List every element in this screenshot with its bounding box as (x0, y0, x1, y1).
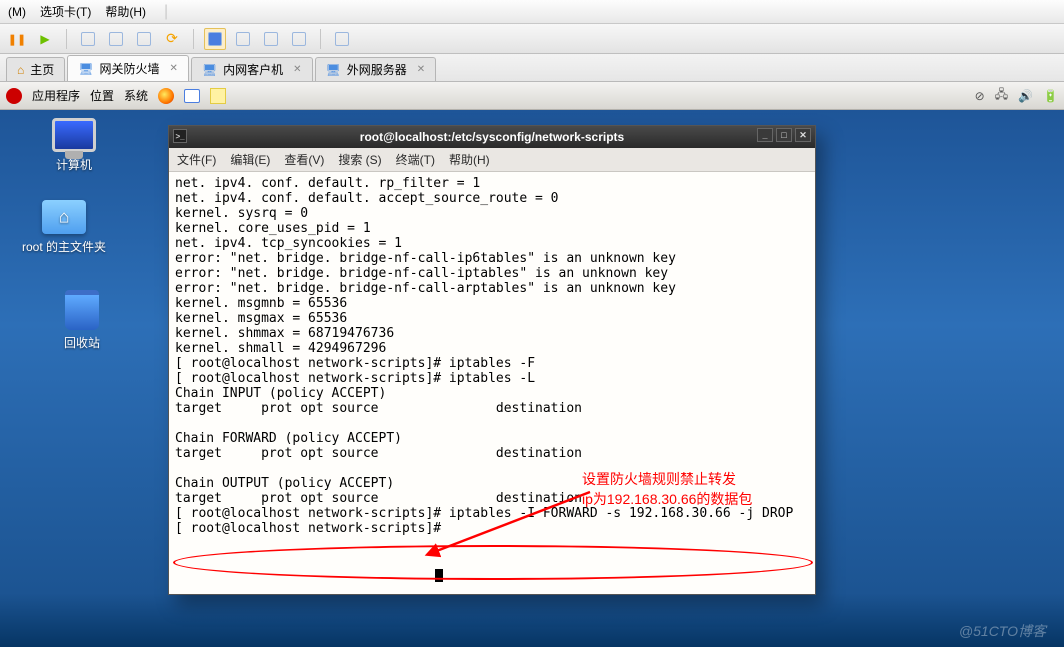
desktop-icon-trash[interactable]: 回收站 (38, 290, 126, 351)
library-icon (335, 32, 349, 46)
terminal-output: net. ipv4. conf. default. rp_filter = 1 … (175, 176, 809, 536)
computer-icon (52, 118, 96, 152)
menu-divider: | (164, 3, 168, 21)
battery-icon[interactable]: 🔋 (1043, 89, 1058, 103)
menu-places[interactable]: 位置 (90, 87, 114, 104)
close-icon[interactable]: ✕ (417, 64, 425, 75)
manage-icon (137, 32, 151, 46)
vm-toolbar (0, 24, 1064, 54)
mail-icon[interactable] (184, 89, 200, 103)
library-button[interactable] (331, 28, 353, 50)
menu-applications[interactable]: 应用程序 (32, 87, 80, 104)
close-icon[interactable]: ✕ (170, 63, 178, 74)
tab-intranet-client[interactable]: 🖥 内网客户机 ✕ (191, 57, 313, 81)
snapshot-button[interactable] (77, 28, 99, 50)
snapshot-icon (81, 32, 95, 46)
vm-menu-tabs[interactable]: 选项卡(T) (40, 3, 91, 20)
thumbnail-icon (292, 32, 306, 46)
tab-label: 内网客户机 (223, 61, 283, 78)
window-title: root@localhost:/etc/sysconfig/network-sc… (360, 130, 624, 144)
vm-menu-m[interactable]: (M) (8, 5, 26, 19)
warning-icon[interactable]: ⊘ (975, 89, 985, 103)
close-button[interactable]: ✕ (795, 128, 811, 142)
vm-tabs: ⌂ 主页 🖥 网关防火墙 ✕ 🖥 内网客户机 ✕ 🖥 外网服务器 ✕ (0, 54, 1064, 82)
unity-icon (264, 32, 278, 46)
folder-icon: ⌂ (42, 200, 86, 234)
terminal-menubar: 文件(F) 编辑(E) 查看(V) 搜索 (S) 终端(T) 帮助(H) (169, 148, 815, 172)
tab-extranet-server[interactable]: 🖥 外网服务器 ✕ (315, 57, 437, 81)
desktop-icon-home[interactable]: ⌂ root 的主文件夹 (20, 200, 108, 255)
maximize-button[interactable]: □ (776, 128, 792, 142)
play-button[interactable] (34, 28, 56, 50)
terminal-cursor (435, 569, 443, 582)
terminal-body[interactable]: net. ipv4. conf. default. rp_filter = 1 … (169, 172, 815, 594)
revert-button[interactable] (105, 28, 127, 50)
terminal-titlebar[interactable]: >_ root@localhost:/etc/sysconfig/network… (169, 126, 815, 148)
network-icon[interactable]: 🖧 (995, 85, 1008, 106)
menu-search[interactable]: 搜索 (S) (338, 151, 381, 168)
tab-home[interactable]: ⌂ 主页 (6, 57, 65, 81)
thumbnail-button[interactable] (288, 28, 310, 50)
menu-system[interactable]: 系统 (124, 87, 148, 104)
tab-label: 网关防火墙 (100, 60, 160, 77)
gnome-panel: 应用程序 位置 系统 ⊘ 🖧 🔊 🔋 (0, 82, 1064, 110)
toolbar-separator (193, 29, 194, 49)
clock-button[interactable] (161, 28, 183, 50)
icon-label: root 的主文件夹 (22, 238, 106, 255)
revert-icon (109, 32, 123, 46)
unity-button[interactable] (260, 28, 282, 50)
fit-icon (208, 32, 222, 46)
tab-label: 外网服务器 (347, 61, 407, 78)
vm-menubar: (M) 选项卡(T) 帮助(H) | (0, 0, 1064, 24)
watermark: @51CTO博客 (959, 621, 1046, 641)
toolbar-separator (66, 29, 67, 49)
fullscreen-icon (236, 32, 250, 46)
menu-help[interactable]: 帮助(H) (449, 151, 490, 168)
tab-gateway-firewall[interactable]: 🖥 网关防火墙 ✕ (67, 55, 189, 81)
menu-terminal[interactable]: 终端(T) (396, 151, 435, 168)
icon-label: 回收站 (64, 334, 100, 351)
terminal-window[interactable]: >_ root@localhost:/etc/sysconfig/network… (168, 125, 816, 595)
vm-menu-help[interactable]: 帮助(H) (105, 3, 146, 20)
toolbar-separator (320, 29, 321, 49)
menu-view[interactable]: 查看(V) (284, 151, 324, 168)
clock-icon (166, 30, 178, 47)
pause-button[interactable] (6, 28, 28, 50)
firefox-icon[interactable] (158, 88, 174, 104)
monitor-icon: 🖥 (202, 63, 217, 77)
home-icon: ⌂ (17, 63, 24, 77)
minimize-button[interactable]: _ (757, 128, 773, 142)
menu-file[interactable]: 文件(F) (177, 151, 216, 168)
manage-button[interactable] (133, 28, 155, 50)
trash-icon (65, 290, 99, 330)
menu-edit[interactable]: 编辑(E) (230, 151, 270, 168)
pause-icon (8, 32, 26, 46)
tab-label: 主页 (30, 61, 54, 78)
note-icon[interactable] (210, 88, 226, 104)
terminal-icon: >_ (173, 129, 187, 143)
monitor-icon: 🖥 (326, 63, 341, 77)
volume-icon[interactable]: 🔊 (1018, 89, 1033, 103)
close-icon[interactable]: ✕ (293, 64, 301, 75)
desktop-icon-computer[interactable]: 计算机 (30, 118, 118, 173)
play-icon (40, 32, 49, 46)
fit-guest-button[interactable] (204, 28, 226, 50)
monitor-icon: 🖥 (78, 62, 93, 76)
redhat-icon[interactable] (6, 88, 22, 104)
fullscreen-button[interactable] (232, 28, 254, 50)
system-tray: ⊘ 🖧 🔊 🔋 (975, 85, 1058, 106)
